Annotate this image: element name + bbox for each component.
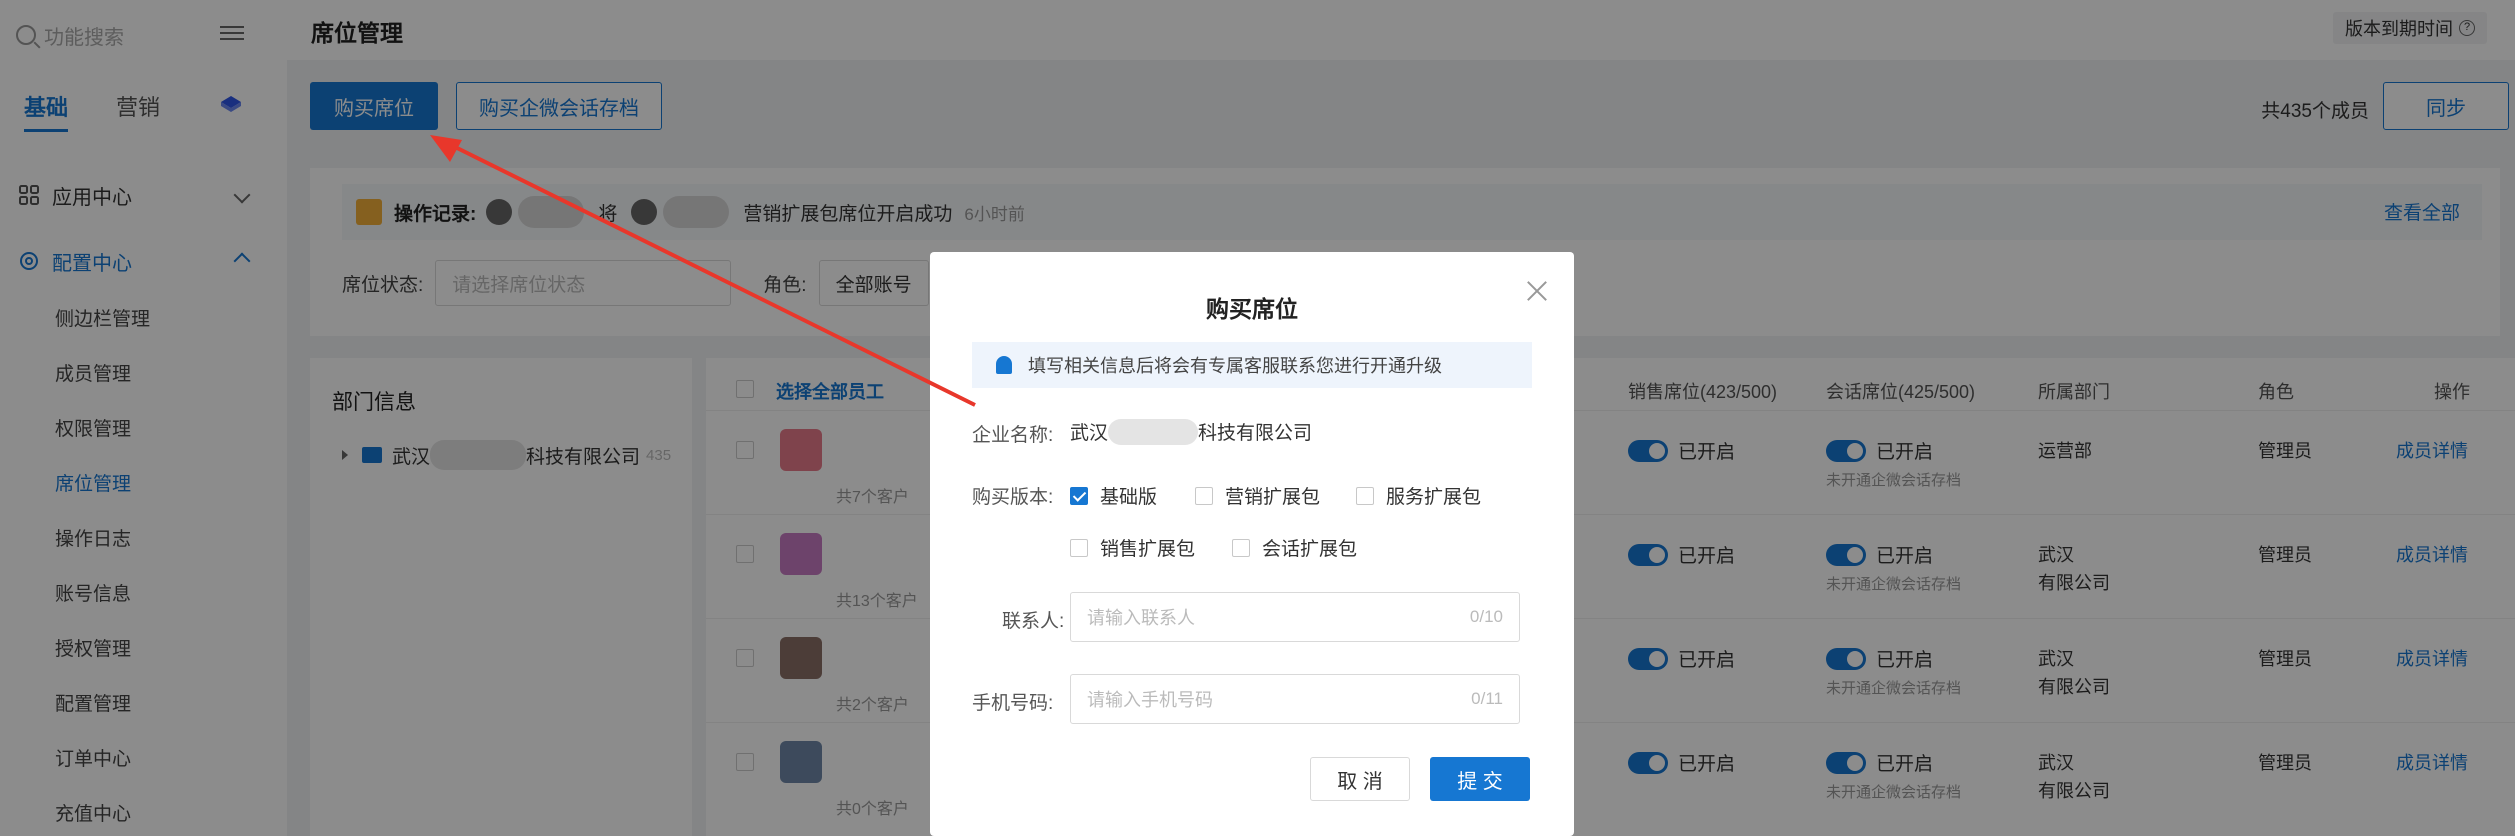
annotation-arrow [430,135,976,407]
